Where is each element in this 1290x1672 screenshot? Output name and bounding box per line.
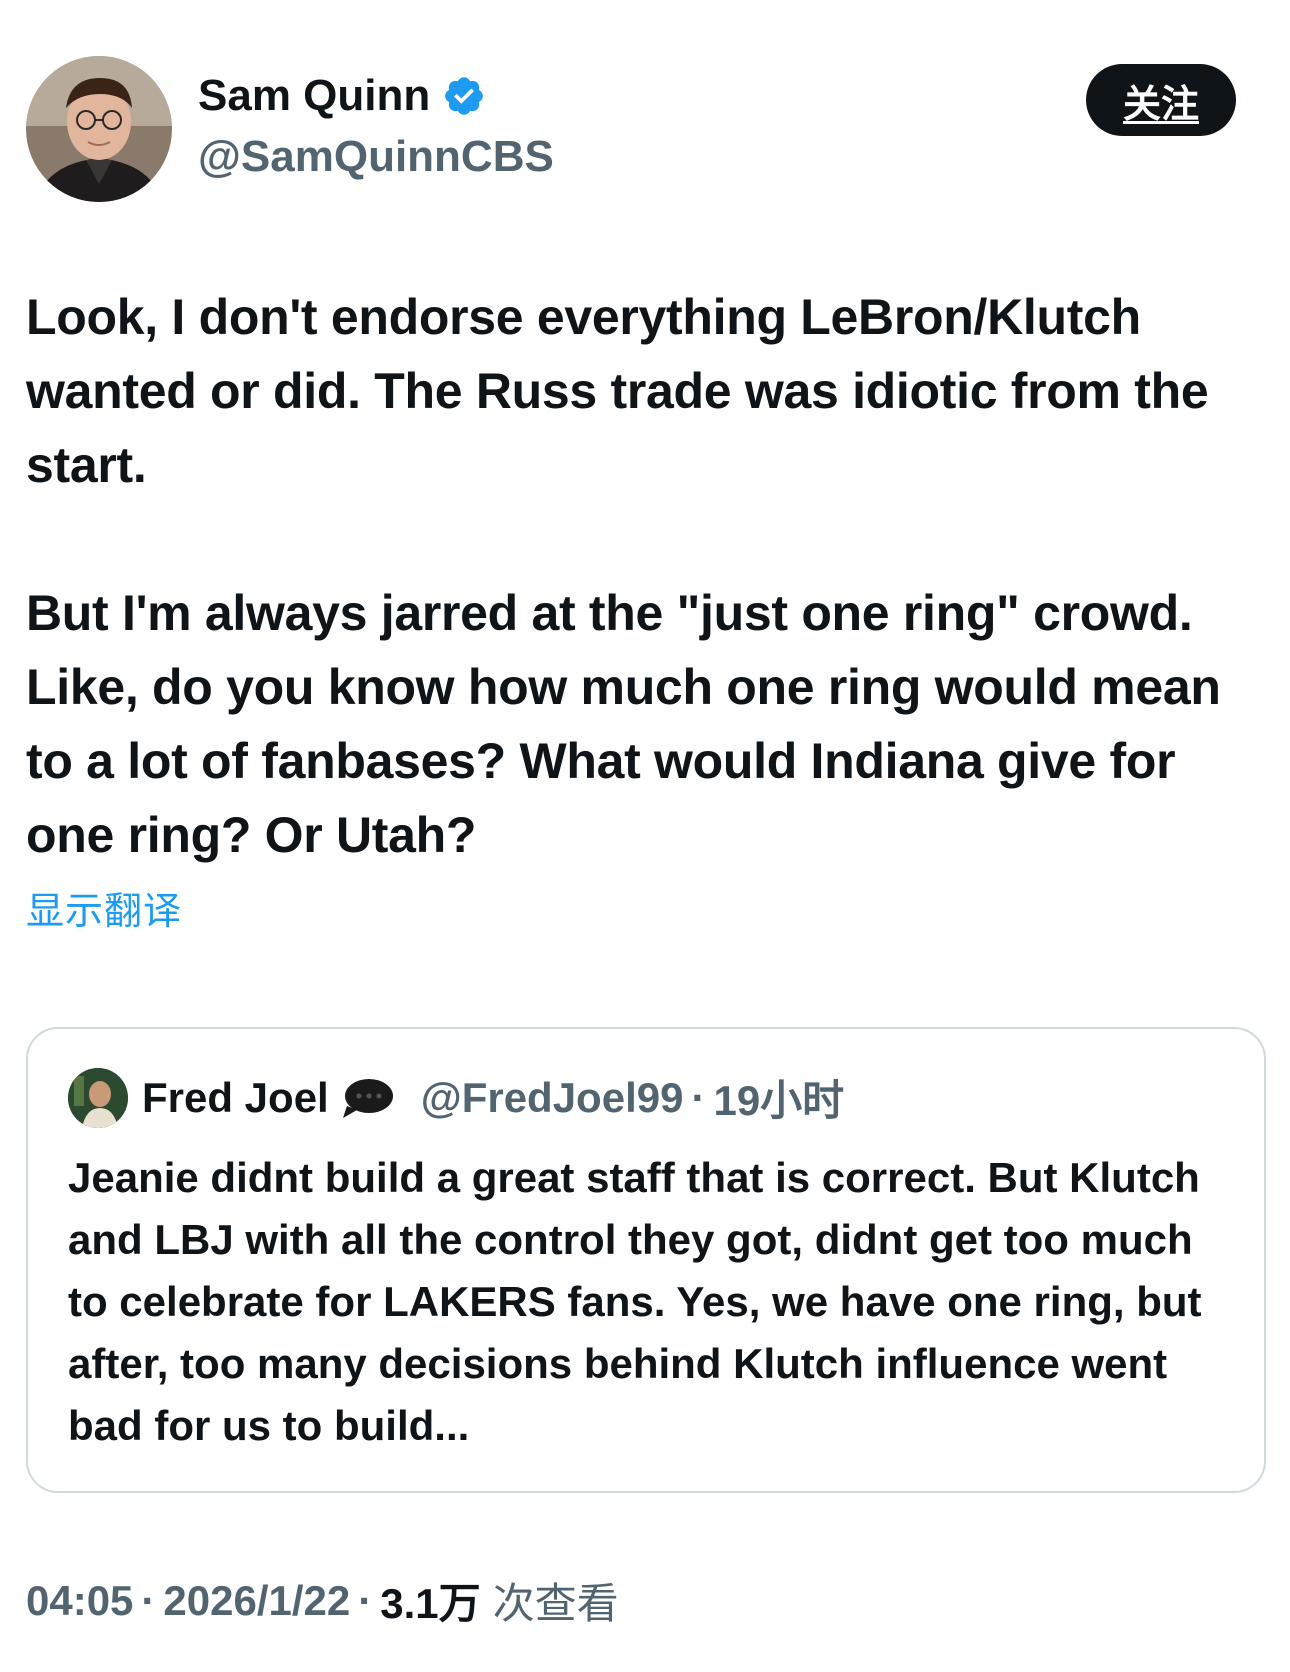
quoted-tweet-header: Fred Joel @FredJoel99 · 19小时 xyxy=(68,1067,844,1128)
quoted-author-handle[interactable]: @FredJoel99 xyxy=(421,1074,684,1122)
tweet-paragraph: But I'm always jarred at the "just one r… xyxy=(26,585,1221,863)
verified-badge-icon[interactable] xyxy=(442,74,486,118)
quoted-tweet-time[interactable]: 19小时 xyxy=(713,1067,844,1128)
author-avatar[interactable] xyxy=(26,56,172,202)
author-handle[interactable]: @SamQuinnCBS xyxy=(198,132,554,181)
view-count-label: 次查看 xyxy=(492,1579,619,1628)
quoted-author-avatar-image xyxy=(68,1067,128,1128)
tweet-time[interactable]: 04:05 xyxy=(26,1577,133,1625)
meta-separator: · xyxy=(141,1576,156,1624)
quoted-tweet-text: Jeanie didnt build a great staff that is… xyxy=(68,1154,1202,1449)
tweet-date[interactable]: 2026/1/22 xyxy=(163,1577,350,1625)
author-avatar-image xyxy=(26,56,172,202)
tweet-text: Look, I don't endorse everything LeBron/… xyxy=(26,280,1266,872)
follow-button-label: 关注 xyxy=(1122,81,1199,126)
tweet-meta: 04:05 · 2026/1/22 · 3.1万 次查看 xyxy=(26,1570,619,1631)
quoted-meta-separator: · xyxy=(691,1073,706,1121)
author-name-row: Sam Quinn xyxy=(198,71,486,120)
quoted-author-name[interactable]: Fred Joel xyxy=(142,1074,329,1122)
meta-separator: · xyxy=(358,1576,373,1624)
quoted-tweet-card[interactable]: Fred Joel @FredJoel99 · 19小时 Jeanie didn… xyxy=(26,1027,1266,1493)
tweet-paragraph: Look, I don't endorse everything LeBron/… xyxy=(26,289,1209,493)
show-translation-link[interactable]: 显示翻译 xyxy=(26,880,182,935)
speech-bubble-icon xyxy=(339,1076,397,1120)
quoted-author-avatar[interactable] xyxy=(68,1067,128,1128)
follow-button[interactable]: 关注 xyxy=(1086,64,1236,136)
view-count[interactable]: 3.1万 xyxy=(380,1570,480,1631)
tweet-header: Sam Quinn @SamQuinnCBS 关注 xyxy=(26,56,1241,202)
author-display-name[interactable]: Sam Quinn xyxy=(198,71,430,120)
